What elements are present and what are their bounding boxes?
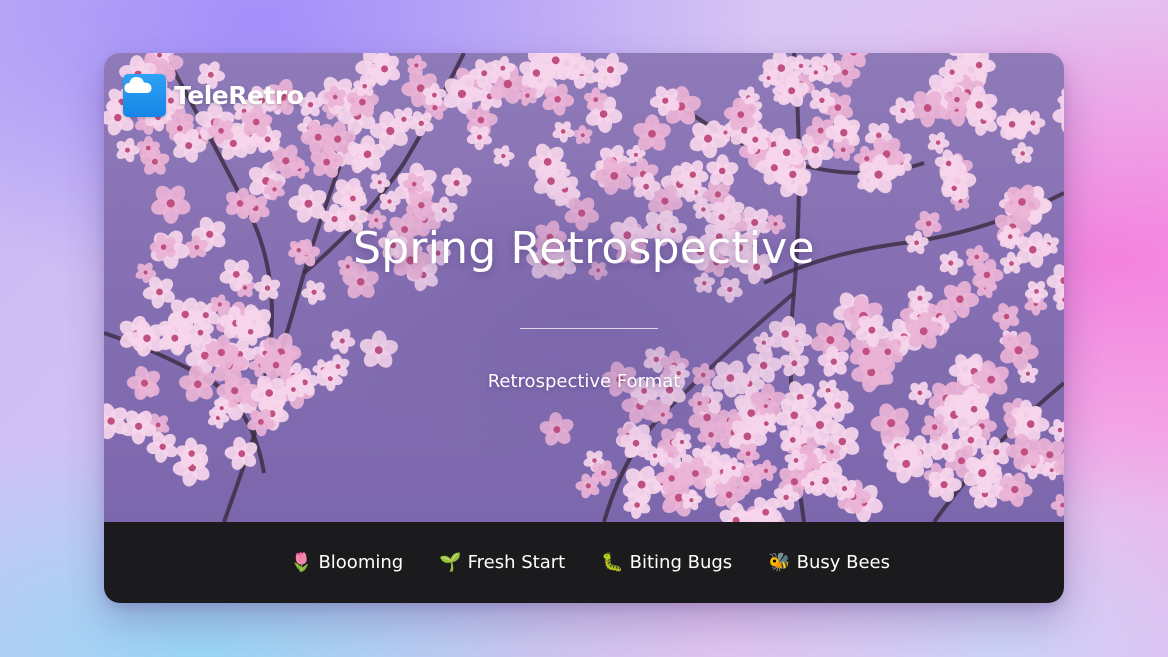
teleretro-logo[interactable]: TeleRetro — [123, 74, 304, 117]
bug-icon: 🐛 — [601, 551, 624, 573]
column-biting-bugs: 🐛 Biting Bugs — [601, 552, 732, 573]
seedling-icon: 🌱 — [439, 551, 462, 573]
page-subtitle: Retrospective Format — [487, 371, 681, 392]
column-label: Busy Bees — [796, 552, 890, 573]
title-divider — [520, 328, 658, 329]
brand-name: TeleRetro — [174, 81, 304, 110]
columns-bar: 🌷 Blooming 🌱 Fresh Start 🐛 Biting Bugs 🐝… — [104, 522, 1064, 603]
column-label: Blooming — [318, 552, 404, 573]
column-busy-bees: 🐝 Busy Bees — [768, 552, 890, 573]
hero-overlay — [104, 53, 1064, 522]
cloud-icon — [123, 74, 166, 117]
tulip-icon: 🌷 — [290, 551, 313, 573]
column-fresh-start: 🌱 Fresh Start — [439, 552, 565, 573]
column-label: Fresh Start — [467, 552, 566, 573]
hero-banner: TeleRetro Spring Retrospective Retrospec… — [104, 53, 1064, 522]
bee-icon: 🐝 — [768, 551, 791, 573]
column-blooming: 🌷 Blooming — [290, 552, 403, 573]
retro-format-card[interactable]: TeleRetro Spring Retrospective Retrospec… — [104, 53, 1064, 603]
page-title: Spring Retrospective — [353, 223, 815, 274]
column-label: Biting Bugs — [629, 552, 733, 573]
